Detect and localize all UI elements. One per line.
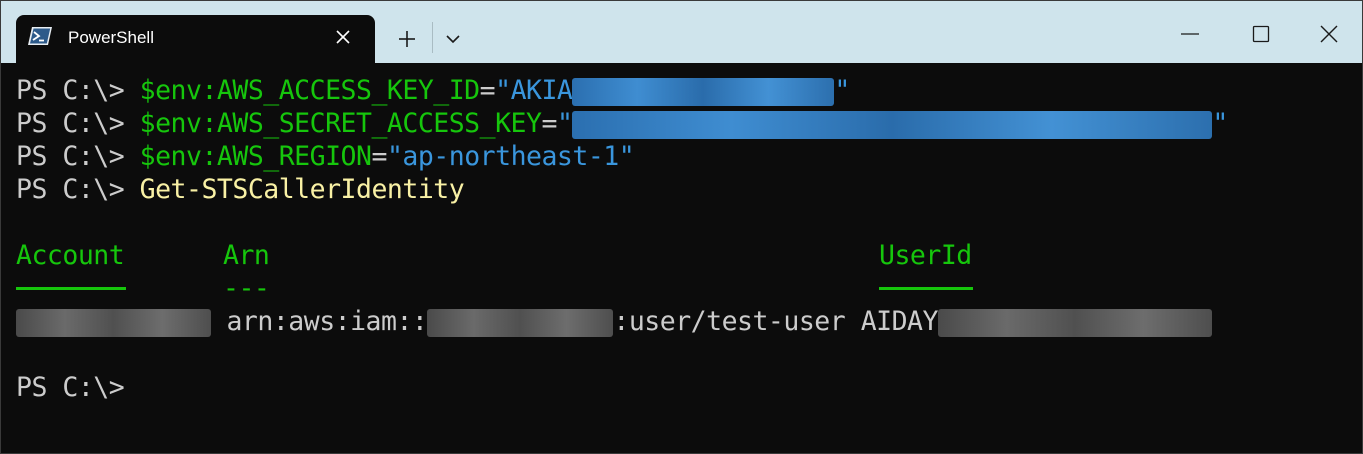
final-prompt: PS C:\>	[16, 372, 125, 403]
result-row: arn:aws:iam:::user/test-user AIDAY	[16, 306, 1212, 338]
command-line: PS C:\> $env:AWS_ACCESS_KEY_ID="AKIA "	[16, 75, 850, 107]
header-arn: Arn	[223, 240, 270, 271]
equals-operator: =	[541, 108, 557, 139]
title-bar: PowerShell	[1, 1, 1362, 63]
header-account: Account	[16, 240, 125, 271]
header-userid: UserId	[879, 240, 972, 271]
prompt: PS C:\>	[16, 141, 140, 172]
maximize-icon[interactable]	[1249, 23, 1273, 45]
prompt: PS C:\>	[16, 108, 140, 139]
redacted-account-id	[427, 308, 614, 337]
string-literal-end: "	[1212, 108, 1228, 139]
string-literal-end: "	[834, 75, 850, 106]
command-line: PS C:\> $env:AWS_REGION="ap-northeast-1"	[16, 141, 635, 173]
header-arn-underline: ---	[223, 273, 270, 304]
redacted-access-key	[572, 77, 835, 106]
env-variable: $env:AWS_SECRET_ACCESS_KEY	[139, 108, 542, 139]
userid-prefix: AIDAY	[860, 306, 939, 337]
window-close-icon[interactable]	[1317, 22, 1341, 46]
equals-operator: =	[371, 141, 387, 172]
terminal-window: PowerShell PS C:\> $env:AWS_ACCESS_KEY_I…	[0, 0, 1363, 454]
powershell-icon	[28, 27, 52, 45]
command-line: PS C:\> Get-STSCallerIdentity	[16, 174, 465, 206]
close-icon[interactable]	[332, 26, 354, 48]
prompt: PS C:\>	[16, 174, 140, 205]
arn-prefix: arn:aws:iam::	[226, 306, 428, 337]
string-literal: "	[556, 108, 573, 139]
terminal-output[interactable]: PS C:\> $env:AWS_ACCESS_KEY_ID="AKIA " PS…	[16, 75, 1362, 453]
header-underline	[16, 287, 126, 290]
minimize-icon[interactable]	[1177, 23, 1203, 45]
env-variable: $env:AWS_REGION	[139, 141, 372, 172]
arn-suffix: :user/test-user	[613, 306, 846, 337]
command-line: PS C:\> $env:AWS_SECRET_ACCESS_KEY=" "	[16, 108, 1228, 140]
tab-powershell[interactable]: PowerShell	[16, 15, 375, 63]
plus-icon[interactable]	[393, 25, 421, 53]
env-variable: $env:AWS_ACCESS_KEY_ID	[139, 75, 481, 106]
string-literal: "ap-northeast-1"	[386, 141, 635, 172]
redacted-secret-key	[572, 110, 1213, 139]
command: Get-STSCallerIdentity	[139, 174, 465, 205]
prompt: PS C:\>	[16, 75, 140, 106]
string-literal: "AKIA	[495, 75, 573, 106]
redacted-userid	[937, 308, 1212, 337]
tab-separator	[432, 22, 433, 53]
equals-operator: =	[479, 75, 496, 106]
chevron-down-icon[interactable]	[443, 29, 463, 49]
header-underline	[879, 287, 973, 290]
redacted-account	[16, 308, 211, 337]
tab-title: PowerShell	[68, 28, 154, 47]
